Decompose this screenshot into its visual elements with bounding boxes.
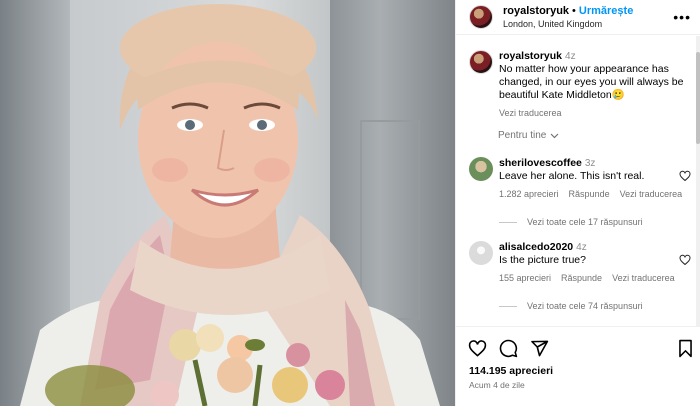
scrollbar[interactable] <box>696 36 700 326</box>
view-replies-label: Vezi toate cele 74 răspunsuri <box>527 301 643 311</box>
header-text: royalstoryuk • Urmărește London, United Ki… <box>503 5 633 29</box>
comment-username[interactable]: alisalcedo2020 <box>499 241 573 253</box>
post-photo[interactable] <box>0 0 455 406</box>
replies-line <box>499 305 517 307</box>
comment-likes[interactable]: 1.282 aprecieri <box>499 189 559 199</box>
share-icon[interactable] <box>530 339 549 358</box>
replies-line <box>499 221 517 223</box>
caption-time[interactable]: 4z <box>565 51 576 62</box>
translate-link[interactable]: Vezi traducerea <box>620 189 683 199</box>
scrollbar-thumb[interactable] <box>696 52 700 144</box>
caption-username[interactable]: royalstoryuk <box>499 50 562 62</box>
author-avatar[interactable] <box>469 5 493 29</box>
commenter-avatar[interactable] <box>469 157 493 181</box>
view-replies-label: Vezi toate cele 17 răspunsuri <box>527 217 643 227</box>
translate-link[interactable]: Vezi traducerea <box>612 273 675 283</box>
caption-avatar[interactable] <box>469 50 493 74</box>
post-location[interactable]: London, United Kingdom <box>503 19 633 29</box>
comment-meta: 1.282 aprecieri Răspunde Vezi traducerea <box>499 189 691 199</box>
comments-scroll[interactable]: royalstoryuk 4z No matter how your appear… <box>456 36 700 326</box>
commenter-avatar[interactable] <box>469 241 493 265</box>
header-line: royalstoryuk • Urmărește <box>503 5 633 17</box>
follow-button[interactable]: Urmărește <box>579 5 633 17</box>
caption-translate-link[interactable]: Vezi traducerea <box>499 107 691 120</box>
post-timestamp[interactable]: Acum 4 de zile <box>469 380 525 390</box>
comment-item: sherilovescoffee 3z Leave her alone. This… <box>469 157 691 227</box>
comment-text: Is the picture true? <box>499 254 586 266</box>
post-likes[interactable]: 114.195 aprecieri <box>469 365 553 377</box>
action-icons <box>468 339 549 358</box>
post-header: royalstoryuk • Urmărește London, United Ki… <box>456 0 700 35</box>
comment-username[interactable]: sherilovescoffee <box>499 157 582 169</box>
author-username[interactable]: royalstoryuk <box>503 5 569 17</box>
comment-like-heart-icon[interactable] <box>679 170 691 182</box>
portrait-illustration <box>20 4 440 406</box>
caption-text: No matter how your appearance has change… <box>499 63 684 101</box>
caption-body: royalstoryuk 4z No matter how your appear… <box>499 50 691 120</box>
action-bar: 114.195 aprecieri Acum 4 de zile <box>456 326 700 406</box>
comment-likes[interactable]: 155 aprecieri <box>499 273 551 283</box>
chevron-down-icon <box>550 133 559 138</box>
for-you-dropdown[interactable]: Pentru tine <box>498 130 559 141</box>
comment-body: alisalcedo2020 4z Is the picture true? <box>499 241 691 267</box>
comment-body: sherilovescoffee 3z Leave her alone. This… <box>499 157 691 183</box>
view-replies-button[interactable]: Vezi toate cele 17 răspunsuri <box>499 217 643 227</box>
post-side-panel: royalstoryuk • Urmărește London, United Ki… <box>455 0 700 406</box>
separator-dot: • <box>572 5 576 17</box>
comment-like-heart-icon[interactable] <box>679 254 691 266</box>
emoji-icon: 🥲 <box>611 89 625 101</box>
more-icon[interactable]: ••• <box>673 9 691 25</box>
view-replies-button[interactable]: Vezi toate cele 74 răspunsuri <box>499 301 643 311</box>
comment-time[interactable]: 4z <box>576 242 587 253</box>
reply-button[interactable]: Răspunde <box>569 189 610 199</box>
comment-text: Leave her alone. This isn't real. <box>499 170 645 182</box>
heart-icon[interactable] <box>468 339 487 358</box>
comment-time[interactable]: 3z <box>585 158 596 169</box>
reply-button[interactable]: Răspunde <box>561 273 602 283</box>
caption: royalstoryuk 4z No matter how your appear… <box>469 50 691 120</box>
comment-icon[interactable] <box>499 339 518 358</box>
for-you-label: Pentru tine <box>498 130 547 141</box>
bookmark-icon[interactable] <box>676 339 695 358</box>
comment-item: alisalcedo2020 4z Is the picture true? 15… <box>469 241 691 311</box>
comment-meta: 155 aprecieri Răspunde Vezi traducerea <box>499 273 691 283</box>
